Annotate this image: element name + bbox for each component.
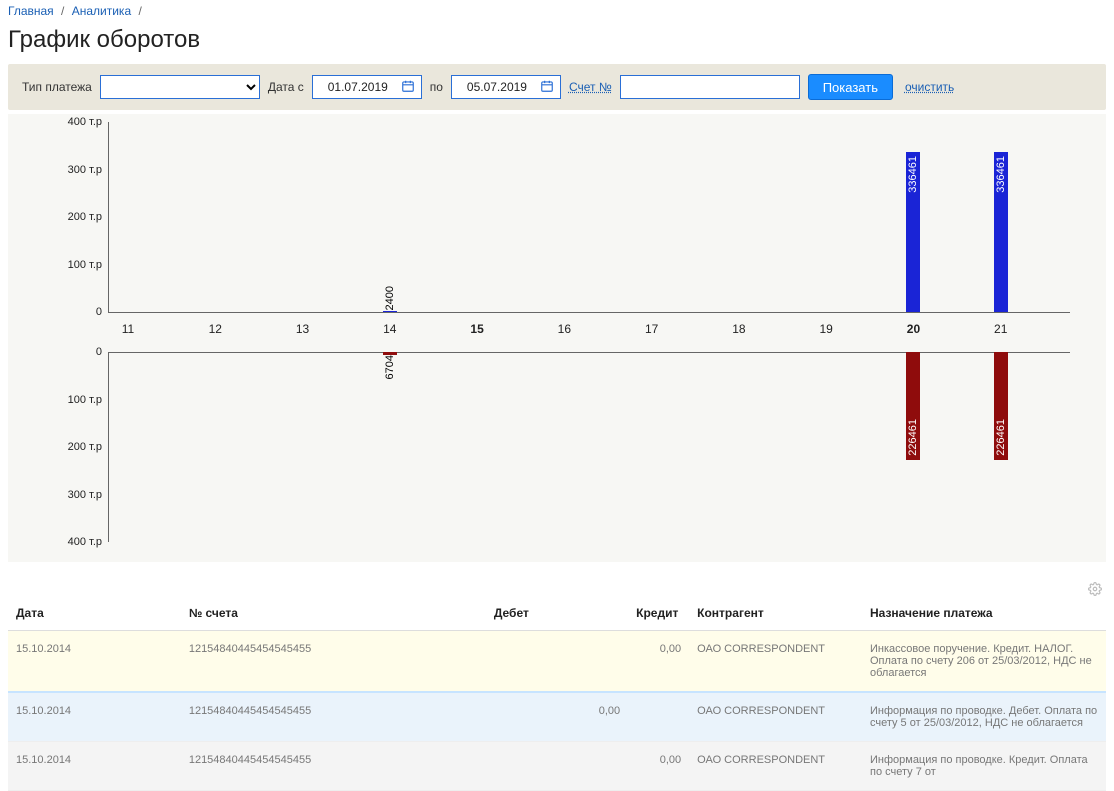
table-cell: 0,00 <box>628 742 689 791</box>
transactions-table: Дата№ счетаДебетКредитКонтрагентНазначен… <box>8 596 1106 791</box>
table-cell: 15.10.2014 <box>8 631 181 693</box>
y-tick: 0 <box>96 306 102 318</box>
date-to-field[interactable] <box>451 75 561 99</box>
bar-value: 336461 <box>907 156 919 193</box>
y-tick: 400 т.р <box>68 116 102 128</box>
table-cell: 15.10.2014 <box>8 742 181 791</box>
table-cell <box>486 742 628 791</box>
table-header: Дата <box>8 596 181 631</box>
table-cell: Инкассовое поручение. Кредит. НАЛОГ. Опл… <box>862 631 1106 693</box>
x-tick: 18 <box>732 322 745 336</box>
breadcrumb: Главная / Аналитика / <box>8 0 1106 22</box>
x-tick: 11 <box>122 322 134 336</box>
table-header: Кредит <box>628 596 689 631</box>
date-from-input[interactable] <box>319 80 397 94</box>
date-from-label: Дата с <box>268 80 304 94</box>
table-header: Контрагент <box>689 596 862 631</box>
bar-value: 6704 <box>384 355 396 381</box>
y-tick: 400 т.р <box>68 536 102 548</box>
table-row[interactable]: 15.10.201412154840445454545455 0,00ОАО CO… <box>8 742 1106 791</box>
debit-bar[interactable]: 226461 <box>994 352 1008 460</box>
table-cell <box>628 692 689 742</box>
table-header: Дебет <box>486 596 628 631</box>
debit-bar[interactable]: 6704 <box>383 352 397 355</box>
table-cell: 0,00 <box>486 692 628 742</box>
y-tick: 100 т.р <box>68 259 102 271</box>
table-header: Назначение платежа <box>862 596 1106 631</box>
bar-value: 226461 <box>995 419 1007 456</box>
table-header: № счета <box>181 596 486 631</box>
x-tick: 15 <box>470 322 483 336</box>
x-tick: 14 <box>383 322 396 336</box>
debit-bar[interactable]: 226461 <box>906 352 920 460</box>
bar-value: 336461 <box>995 156 1007 193</box>
table-row[interactable]: 15.10.201412154840445454545455 0,00ОАО CO… <box>8 631 1106 693</box>
date-to-label: по <box>430 80 443 94</box>
table-cell: Информация по проводке. Дебет. Оплата по… <box>862 692 1106 742</box>
bar-value: 2400 <box>384 284 396 310</box>
bar-value: 226461 <box>907 419 919 456</box>
table-cell: Информация по проводке. Кредит. Оплата п… <box>862 742 1106 791</box>
y-tick: 300 т.р <box>68 489 102 501</box>
gear-icon[interactable] <box>1088 582 1102 599</box>
x-tick: 12 <box>209 322 222 336</box>
page-title: График оборотов <box>8 26 1106 54</box>
table-cell: ОАО CORRESPONDENT <box>689 742 862 791</box>
y-tick: 200 т.р <box>68 441 102 453</box>
breadcrumb-home[interactable]: Главная <box>8 4 54 18</box>
table-cell: 12154840445454545455 <box>181 631 486 693</box>
table-cell: 0,00 <box>628 631 689 693</box>
calendar-icon[interactable] <box>540 79 554 96</box>
show-button[interactable]: Показать <box>808 74 893 100</box>
transactions-table-zone: Дата№ счетаДебетКредитКонтрагентНазначен… <box>8 596 1106 791</box>
filter-bar: Тип платежа Дата с по Счет № Показать оч… <box>8 64 1106 110</box>
table-cell: 15.10.2014 <box>8 692 181 742</box>
y-tick: 200 т.р <box>68 211 102 223</box>
date-from-field[interactable] <box>312 75 422 99</box>
table-cell: 12154840445454545455 <box>181 742 486 791</box>
y-tick: 100 т.р <box>68 394 102 406</box>
table-cell: 12154840445454545455 <box>181 692 486 742</box>
payment-type-select[interactable] <box>100 75 260 99</box>
credit-bar[interactable]: 2400 <box>383 311 397 312</box>
account-input[interactable] <box>620 75 800 99</box>
table-cell <box>486 631 628 693</box>
x-tick: 13 <box>296 322 309 336</box>
calendar-icon[interactable] <box>401 79 415 96</box>
clear-link[interactable]: очистить <box>905 80 954 94</box>
table-cell: ОАО CORRESPONDENT <box>689 631 862 693</box>
y-tick: 0 <box>96 346 102 358</box>
table-cell: ОАО CORRESPONDENT <box>689 692 862 742</box>
y-tick: 300 т.р <box>68 164 102 176</box>
credit-bar[interactable]: 336461 <box>906 152 920 312</box>
date-to-input[interactable] <box>458 80 536 94</box>
chart-container: 400 т.р 300 т.р 200 т.р 100 т.р 0 0 100 т.р 200… <box>8 114 1106 562</box>
table-row[interactable]: 15.10.2014121548404454545454550,00 ОАО CO… <box>8 692 1106 742</box>
turnover-chart: 400 т.р300 т.р200 т.р100 т.р00100 т.р200… <box>28 122 1078 542</box>
filter-type-label: Тип платежа <box>22 80 92 94</box>
x-tick: 19 <box>819 322 832 336</box>
credit-bar[interactable]: 336461 <box>994 152 1008 312</box>
x-tick: 21 <box>994 322 1007 336</box>
account-label-link[interactable]: Счет № <box>569 80 612 94</box>
x-tick: 16 <box>558 322 571 336</box>
x-tick: 17 <box>645 322 658 336</box>
breadcrumb-analytics[interactable]: Аналитика <box>72 4 131 18</box>
x-tick: 20 <box>907 322 920 336</box>
